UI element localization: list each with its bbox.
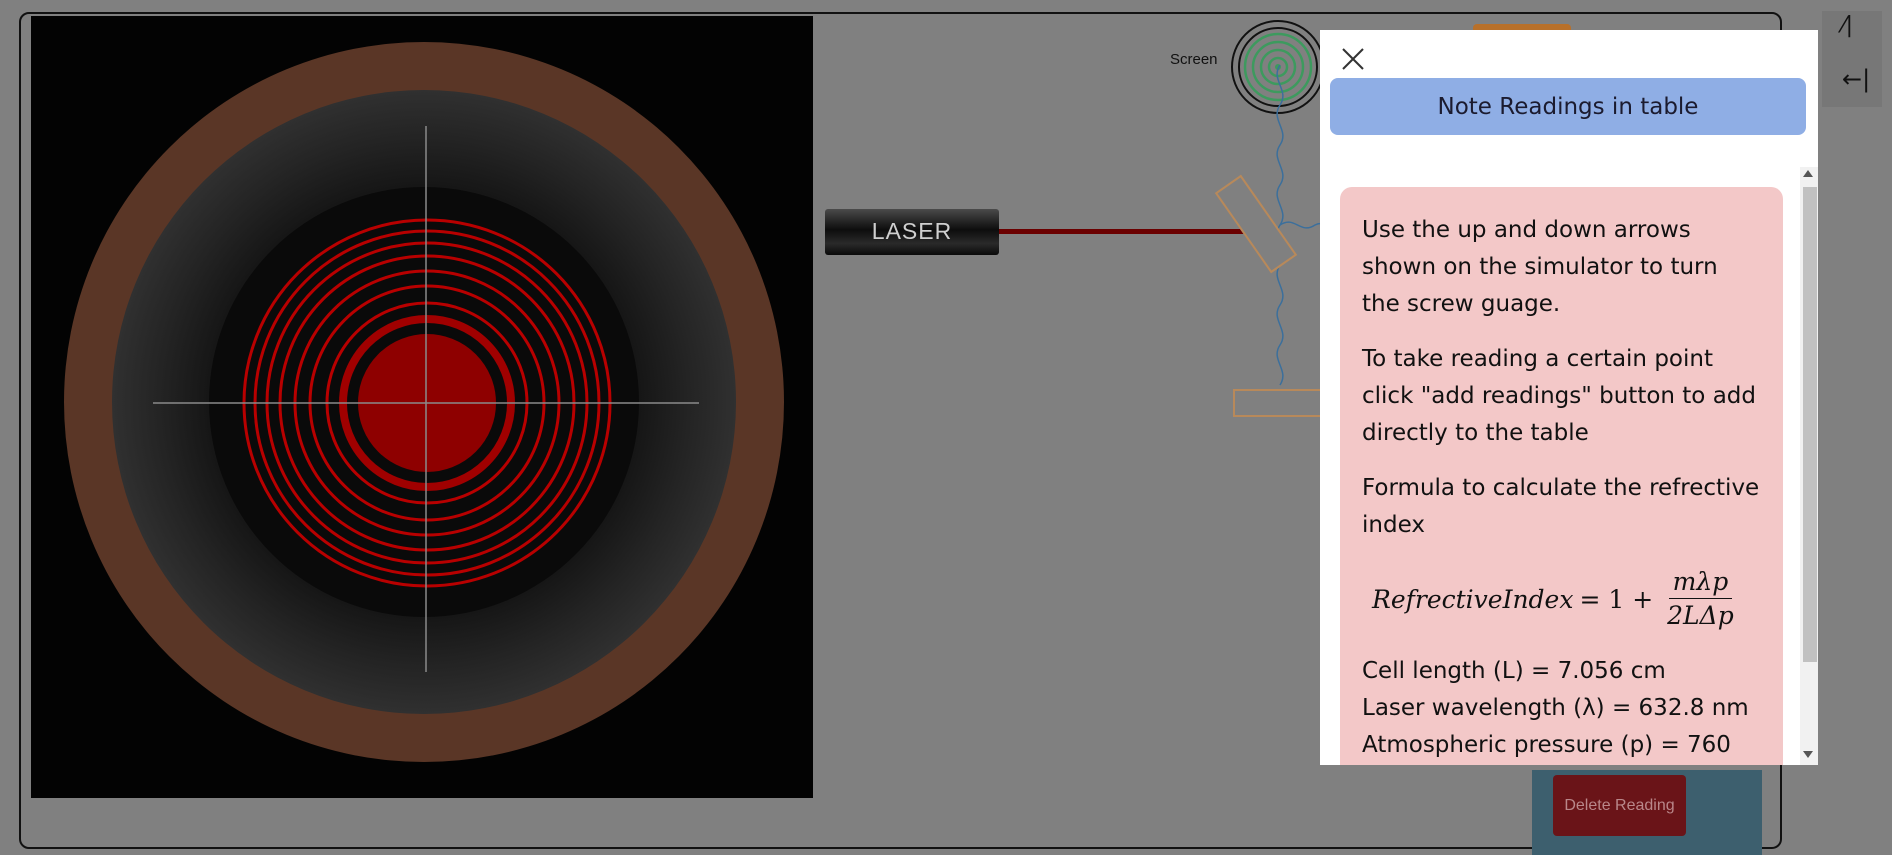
constant-cell-length: Cell length (L) = 7.056 cm (1362, 658, 1666, 684)
modal-title: Note Readings in table (1330, 78, 1806, 135)
formula-denominator: 2LΔp (1667, 601, 1734, 630)
instructions-modal: Note Readings in table Use the up and do… (1320, 30, 1818, 765)
instruction-paragraph: To take reading a certain point click "a… (1362, 346, 1756, 446)
instructions-card: Use the up and down arrows shown on the … (1340, 187, 1783, 765)
scrollbar-thumb[interactable] (1803, 187, 1817, 662)
instruction-paragraph: Use the up and down arrows shown on the … (1362, 217, 1718, 317)
laser-label: LASER (871, 218, 953, 244)
fringe-viewer (31, 16, 813, 798)
instruction-paragraph: Formula to calculate the refrective inde… (1362, 475, 1760, 538)
delete-reading-button[interactable]: Delete Reading (1553, 775, 1686, 836)
modal-scroll-area[interactable]: Use the up and down arrows shown on the … (1320, 167, 1818, 765)
laser-beam (999, 229, 1249, 234)
fringe-pattern-graphic (64, 42, 784, 762)
reference-mirror (1233, 389, 1323, 417)
formula-eq: = 1 + (1579, 585, 1654, 614)
formula-numerator: mλp (1668, 566, 1733, 599)
constant-pressure: Atmospheric pressure (p) = 760 (1362, 732, 1731, 758)
constant-wavelength: Laser wavelength (λ) = 632.8 nm (1362, 695, 1749, 721)
arrow-left-bar-icon[interactable]: ←| (1842, 65, 1870, 93)
screen-label: Screen (1170, 51, 1218, 68)
refractive-index-formula: RefrectiveIndex = 1 + mλp 2LΔp (1372, 566, 1761, 633)
formula-lhs: RefrectiveIndex (1372, 585, 1574, 614)
laser-source: LASER (825, 209, 999, 255)
collapse-icon[interactable]: ⁄| (1842, 13, 1853, 38)
close-icon[interactable] (1340, 46, 1366, 72)
formula-fraction: mλp 2LΔp (1663, 566, 1738, 633)
scroll-up-arrow-icon[interactable] (1803, 170, 1813, 177)
scroll-down-arrow-icon[interactable] (1803, 751, 1813, 758)
corner-controls: ⁄| ←| (1822, 11, 1882, 107)
